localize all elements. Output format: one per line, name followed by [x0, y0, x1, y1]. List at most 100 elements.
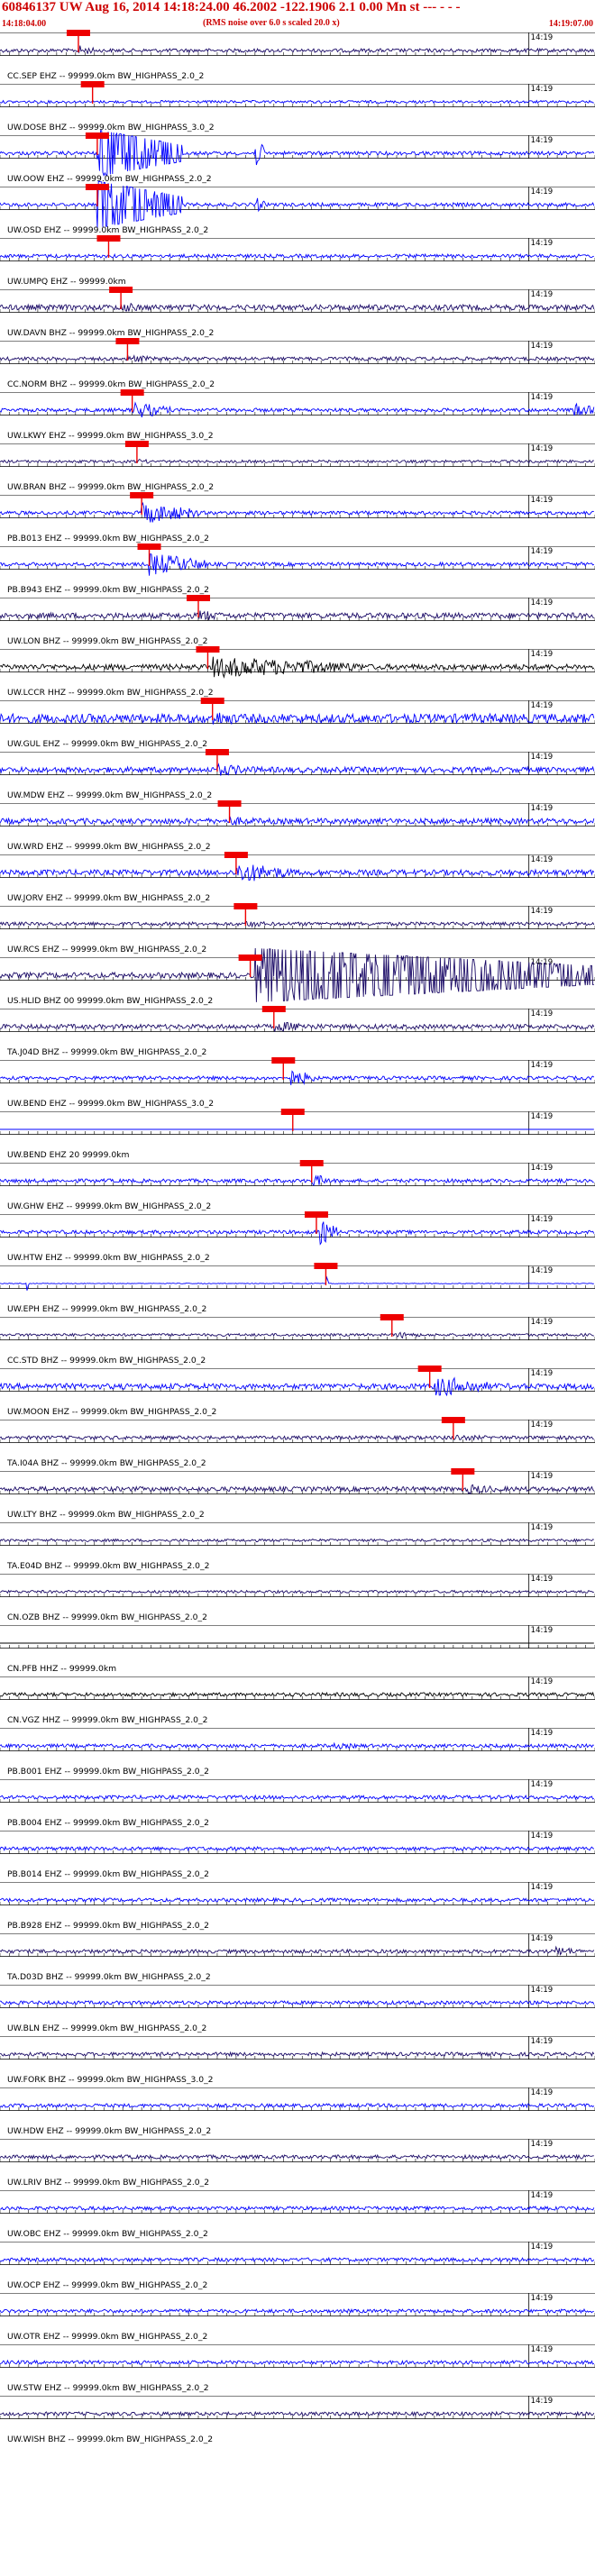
minute-label: 14:19: [531, 2037, 554, 2046]
station-label: UW.BEND EHZ -- 99999.0km BW_HIGHPASS_3.0…: [7, 1099, 214, 1109]
minute-label: 14:19: [531, 2397, 554, 2406]
pick-marker: [120, 389, 144, 396]
station-label: UW.OBC EHZ -- 99999.0km BW_HIGHPASS_2.0_…: [7, 2229, 208, 2239]
trace-37: 14:19 TA.D03D BHZ -- 99999.0km BW_HIGHPAS…: [0, 1933, 595, 1982]
minute-label: 14:19: [531, 85, 554, 94]
station-label: UW.OTR EHZ -- 99999.0km BW_HIGHPASS_2.0_…: [7, 2332, 207, 2342]
minute-label: 14:19: [531, 1369, 554, 1378]
trace-32: 14:19 CN.VGZ HHZ -- 99999.0km BW_HIGHPASS…: [0, 1676, 595, 1725]
trace-13: 14:19 UW.GUL EHZ -- 99999.0km BW_HIGHPASS…: [0, 698, 595, 749]
trace-4: 14:19 UW.UMPQ EHZ -- 99999.0km: [0, 235, 595, 287]
station-label: UW.BRAN BHZ -- 99999.0km BW_HIGHPASS_2.0…: [7, 482, 214, 492]
trace-29: 14:19 TA.E04D BHZ -- 99999.0km BW_HIGHPAS…: [0, 1522, 595, 1571]
station-label: UW.WISH BHZ -- 99999.0km BW_HIGHPASS_2.0…: [7, 2434, 213, 2444]
station-label: UW.LRIV BHZ -- 99999.0km BW_HIGHPASS_2.0…: [7, 2178, 209, 2188]
trace-26: 14:19 UW.MOON EHZ -- 99999.0km BW_HIGHPAS…: [0, 1366, 595, 1417]
trace-17: 14:19 UW.RCS EHZ -- 99999.0km BW_HIGHPASS…: [0, 903, 595, 955]
waveform: [0, 2307, 594, 2315]
minute-label: 14:19: [531, 444, 554, 453]
minute-label: 14:19: [531, 1420, 554, 1430]
minute-label: 14:19: [531, 598, 554, 607]
minute-label: 14:19: [531, 2140, 554, 2149]
pick-marker: [66, 30, 90, 36]
trace-42: 14:19 UW.OBC EHZ -- 99999.0km BW_HIGHPASS…: [0, 2190, 595, 2239]
minute-label: 14:19: [531, 1986, 554, 1995]
pick-marker: [80, 81, 105, 87]
minute-label: 14:19: [531, 2088, 554, 2097]
station-label: UW.RCS EHZ -- 99999.0km BW_HIGHPASS_2.0_…: [7, 945, 206, 955]
station-label: TA.D03D BHZ -- 99999.0km BW_HIGHPASS_2.0…: [6, 1972, 211, 1982]
waveform: [0, 2153, 594, 2160]
minute-label: 14:19: [531, 290, 554, 299]
pick-marker: [417, 1366, 442, 1372]
waveform: [0, 2359, 595, 2366]
station-label: PB.B928 EHZ -- 99999.0km BW_HIGHPASS_2.0…: [7, 1921, 209, 1931]
station-label: UW.DOSE BHZ -- 99999.0km BW_HIGHPASS_3.0…: [7, 123, 215, 132]
minute-label: 14:19: [531, 701, 554, 710]
station-label: TA.I04A BHZ -- 99999.0km BW_HIGHPASS_2.0…: [6, 1458, 206, 1468]
trace-44: 14:19 UW.OTR EHZ -- 99999.0km BW_HIGHPASS…: [0, 2293, 595, 2342]
station-label: PB.B943 EHZ -- 99999.0km BW_HIGHPASS_2.0…: [7, 585, 209, 595]
station-label: UW.LCCR HHZ -- 99999.0km BW_HIGHPASS_2.0…: [7, 688, 214, 698]
pick-marker: [280, 1109, 305, 1115]
pick-marker: [314, 1263, 338, 1269]
waveform: [0, 2205, 595, 2212]
waveform: [0, 2256, 595, 2263]
waveform: [0, 553, 595, 576]
minute-label: 14:19: [531, 1164, 554, 1173]
minute-label: 14:19: [531, 1266, 554, 1275]
waveform: [0, 1221, 595, 1246]
trace-34: 14:19 PB.B004 EHZ -- 99999.0km BW_HIGHPAS…: [0, 1779, 595, 1828]
pick-marker: [441, 1417, 465, 1423]
trace-11: 14:19 UW.LON BHZ -- 99999.0km BW_HIGHPASS…: [0, 595, 595, 646]
minute-label: 14:19: [531, 1523, 554, 1532]
station-label: CC.STD BHZ -- 99999.0km BW_HIGHPASS_2.0_…: [7, 1356, 206, 1366]
trace-40: 14:19 UW.HDW EHZ -- 99999.0km BW_HIGHPASS…: [0, 2087, 595, 2136]
waveform: [0, 1845, 595, 1852]
station-label: UW.OSD EHZ -- 99999.0km BW_HIGHPASS_2.0_…: [7, 225, 208, 235]
trace-30: 14:19 CN.OZB BHZ -- 99999.0km BW_HIGHPASS…: [0, 1574, 595, 1622]
trace-12: 14:19 UW.LCCR HHZ -- 99999.0km BW_HIGHPAS…: [0, 646, 595, 698]
trace-9: 14:19 PB.B013 EHZ -- 99999.0km BW_HIGHPAS…: [0, 492, 595, 544]
station-label: US.HLID BHZ 00 99999.0km BW_HIGHPASS_2.0…: [7, 996, 213, 1006]
pick-marker: [109, 287, 133, 293]
pick-marker: [304, 1211, 328, 1218]
pick-marker: [130, 492, 154, 498]
minute-label: 14:19: [531, 1112, 554, 1121]
waveform: [0, 1741, 594, 1749]
station-label: UW.HDW EHZ -- 99999.0km BW_HIGHPASS_2.0_…: [7, 2126, 211, 2136]
trace-24: 14:19 UW.EPH EHZ -- 99999.0km BW_HIGHPASS…: [0, 1263, 595, 1314]
trace-2: 14:19 UW.OOW EHZ -- 99999.0km BW_HIGHPASS…: [0, 130, 595, 184]
pick-marker: [115, 338, 140, 344]
station-label: CN.PFB HHZ -- 99999.0km: [7, 1664, 116, 1674]
waveform: [0, 763, 595, 776]
seismogram-plot: 14:19 CC.SEP EHZ -- 99999.0km BW_HIGHPASS…: [0, 30, 595, 2444]
trace-38: 14:19 UW.BLN EHZ -- 99999.0km BW_HIGHPASS…: [0, 1985, 595, 2033]
station-label: UW.JORV EHZ -- 99999.0km BW_HIGHPASS_2.0…: [7, 893, 210, 903]
minute-label: 14:19: [531, 2345, 554, 2354]
trace-21: 14:19 UW.BEND EHZ 20 99999.0km: [0, 1109, 595, 1160]
waveform: [0, 2102, 595, 2109]
waveform: [0, 1691, 595, 1698]
waveform: [0, 2410, 595, 2417]
minute-label: 14:19: [531, 907, 554, 916]
pick-marker: [205, 749, 229, 755]
minute-label: 14:19: [531, 1009, 554, 1019]
trace-25: 14:19 CC.STD BHZ -- 99999.0km BW_HIGHPASS…: [0, 1314, 595, 1366]
minute-label: 14:19: [531, 650, 554, 659]
pick-marker: [187, 595, 210, 601]
station-label: CN.VGZ HHZ -- 99999.0km BW_HIGHPASS_2.0_…: [7, 1715, 207, 1725]
minute-label: 14:19: [531, 1061, 554, 1070]
waveform: [0, 610, 595, 621]
waveform: [0, 2051, 595, 2058]
station-label: PB.B014 EHZ -- 99999.0km BW_HIGHPASS_2.0…: [7, 1869, 209, 1879]
station-label: UW.OCP EHZ -- 99999.0km BW_HIGHPASS_2.0_…: [7, 2280, 207, 2290]
minute-label: 14:19: [531, 393, 554, 402]
pick-marker: [124, 441, 149, 447]
minute-label: 14:19: [531, 547, 554, 556]
trace-14: 14:19 UW.MDW EHZ -- 99999.0km BW_HIGHPASS…: [0, 749, 595, 800]
trace-39: 14:19 UW.FORK BHZ -- 99999.0km BW_HIGHPAS…: [0, 2036, 595, 2085]
waveform: [0, 1331, 594, 1339]
trace-43: 14:19 UW.OCP EHZ -- 99999.0km BW_HIGHPASS…: [0, 2242, 595, 2290]
trace-7: 14:19 UW.LKWY EHZ -- 99999.0km BW_HIGHPAS…: [0, 389, 595, 441]
